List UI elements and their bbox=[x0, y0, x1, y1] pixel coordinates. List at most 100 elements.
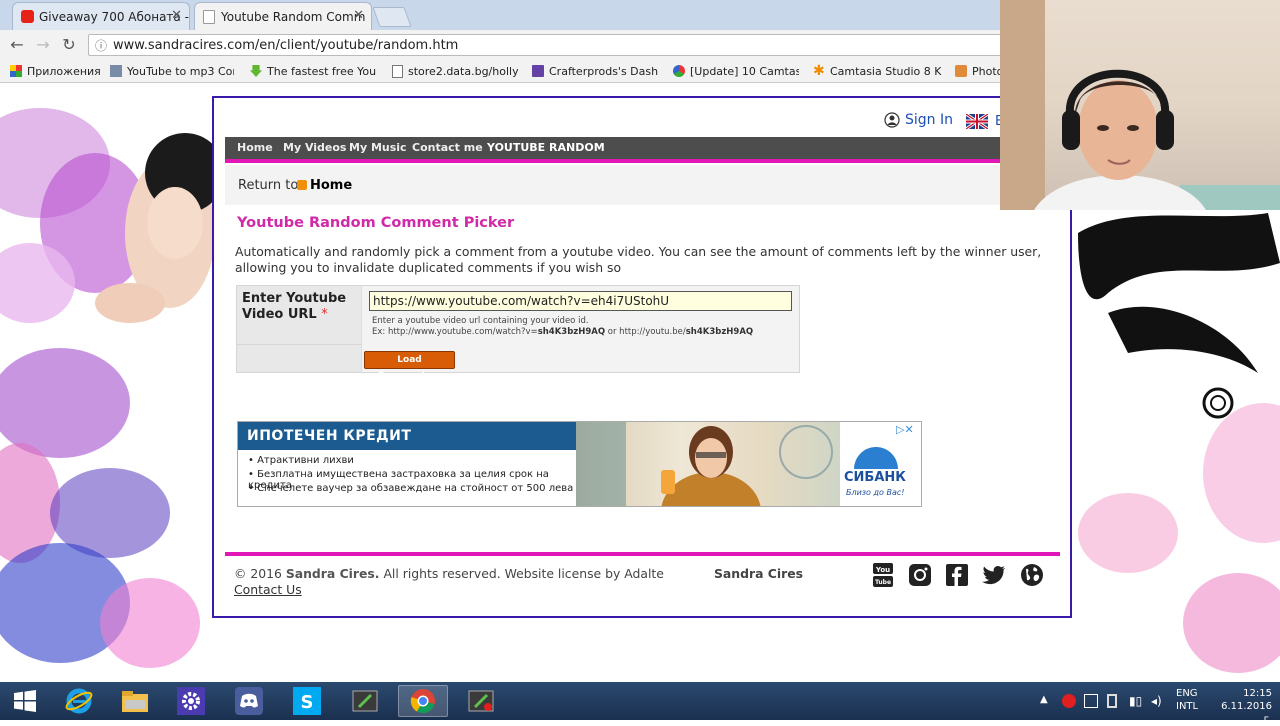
tab-title: Youtube Random Comm bbox=[221, 9, 366, 24]
bookmark-camtasia-update[interactable]: [Update] 10 Camtasia bbox=[673, 63, 799, 79]
youtube-mp3-icon bbox=[110, 65, 122, 77]
return-label: Return to bbox=[238, 178, 299, 193]
youtube-icon bbox=[21, 10, 34, 23]
home-icon bbox=[297, 180, 307, 190]
flower-decoration bbox=[0, 83, 215, 682]
star-icon: ✱ bbox=[813, 63, 825, 79]
sign-in-label: Sign In bbox=[905, 112, 953, 128]
contact-us-link[interactable]: Contact Us bbox=[234, 582, 302, 597]
tab-title: Giveaway 700 Абоната - bbox=[39, 9, 189, 24]
background-art-right bbox=[1068, 203, 1280, 682]
globe-icon[interactable] bbox=[1020, 563, 1044, 587]
user-icon bbox=[884, 112, 900, 128]
volume-icon[interactable]: ◂) bbox=[1151, 694, 1165, 708]
battery-icon[interactable] bbox=[1107, 694, 1117, 708]
site-nav: Home My Videos My Music Contact me YOUTU… bbox=[225, 137, 1060, 163]
windows-logo-icon bbox=[14, 690, 36, 712]
bookmark-photo[interactable]: Photo bbox=[955, 63, 1005, 79]
tab-giveaway[interactable]: Giveaway 700 Абоната - ✕ bbox=[12, 2, 190, 30]
bookmark-youtube-mp3[interactable]: YouTube to mp3 Con bbox=[110, 63, 234, 79]
ad-banner[interactable]: ИПОТЕЧЕН КРЕДИТ • Атрактивни лихви • Без… bbox=[237, 421, 922, 507]
clock-date: 6.11.2016 г. bbox=[1221, 701, 1272, 725]
photo-icon bbox=[955, 65, 967, 77]
footer-divider bbox=[225, 552, 1060, 556]
show-hidden-icons-icon[interactable]: ▲ bbox=[1040, 694, 1054, 708]
folder-icon bbox=[122, 691, 148, 712]
taskbar-ie[interactable] bbox=[54, 685, 104, 717]
bookmark-crafterprods[interactable]: Crafterprods's Dashb bbox=[532, 63, 658, 79]
ad-slogan: Близо до Вас! bbox=[846, 488, 905, 497]
ad-woman-image bbox=[576, 422, 833, 506]
twitter-icon[interactable] bbox=[982, 563, 1006, 587]
page-title: Youtube Random Comment Picker bbox=[237, 215, 515, 231]
taskbar-camtasia[interactable] bbox=[340, 685, 390, 717]
bookmark-camtasia-key[interactable]: ✱ Camtasia Studio 8 Ke bbox=[813, 63, 941, 79]
info-icon[interactable]: ⓘ bbox=[89, 37, 113, 54]
content-panel: Sign In E Home My Videos My Music Contac… bbox=[212, 96, 1072, 618]
ad-heading: ИПОТЕЧЕН КРЕДИТ bbox=[238, 422, 576, 450]
nav-home[interactable]: Home bbox=[237, 137, 273, 159]
ad-brand-name: СИБАНК bbox=[844, 470, 906, 485]
page-icon bbox=[392, 64, 403, 78]
uk-flag-icon[interactable] bbox=[966, 114, 988, 129]
url-hint: Enter a youtube video url containing you… bbox=[372, 316, 589, 326]
close-icon[interactable]: ✕ bbox=[353, 8, 364, 23]
action-center-icon[interactable] bbox=[1084, 694, 1098, 708]
input-language[interactable]: ENG INTL bbox=[1176, 687, 1198, 713]
gear-icon bbox=[177, 687, 205, 715]
swirl-decoration bbox=[1068, 203, 1280, 682]
url-form: Enter Youtube Video URL * Enter a youtub… bbox=[236, 285, 800, 381]
twitch-icon bbox=[532, 65, 544, 77]
ad-line: • Спечелете ваучер за обзавеждане на сто… bbox=[248, 483, 574, 494]
taskbar-settings[interactable] bbox=[166, 685, 216, 717]
youtube-icon[interactable]: You Tube bbox=[871, 563, 895, 587]
back-icon[interactable]: ← bbox=[6, 35, 28, 55]
instagram-icon[interactable] bbox=[908, 563, 932, 587]
bookmark-fastest[interactable]: The fastest free YouT bbox=[250, 63, 376, 79]
record-icon[interactable] bbox=[1062, 694, 1076, 708]
taskbar-skype[interactable]: S bbox=[282, 685, 332, 717]
page-description: Automatically and randomly pick a commen… bbox=[235, 244, 1042, 275]
video-url-input[interactable] bbox=[369, 291, 792, 311]
sign-in-link[interactable]: Sign In bbox=[884, 112, 953, 128]
tab-youtube-random[interactable]: Youtube Random Comm ✕ bbox=[194, 2, 372, 30]
bookmark-store2[interactable]: store2.data.bg/hollys bbox=[392, 63, 518, 79]
taskbar-discord[interactable] bbox=[224, 685, 274, 717]
return-home-link[interactable]: Home bbox=[310, 178, 352, 193]
network-icon[interactable]: ▮▯ bbox=[1129, 694, 1143, 708]
recorder-icon bbox=[468, 690, 494, 712]
ad-photo bbox=[576, 422, 840, 506]
nav-my-music[interactable]: My Music bbox=[349, 137, 407, 159]
button-label-cell bbox=[237, 345, 362, 372]
camtasia-icon bbox=[673, 65, 685, 77]
load-comments-button[interactable]: Load Comments... bbox=[364, 351, 455, 381]
url-label: Enter Youtube Video URL bbox=[242, 291, 347, 322]
arrow-down-icon bbox=[250, 65, 262, 77]
ad-text-panel: ИПОТЕЧЕН КРЕДИТ • Атрактивни лихви • Без… bbox=[238, 422, 576, 506]
webcam-overlay bbox=[1000, 0, 1280, 210]
ad-choices-icon[interactable]: ▷✕ bbox=[896, 423, 914, 436]
svg-text:S: S bbox=[301, 692, 314, 713]
nav-my-videos[interactable]: My Videos bbox=[283, 137, 346, 159]
facebook-icon[interactable] bbox=[945, 563, 969, 587]
taskbar-chrome[interactable] bbox=[398, 685, 448, 717]
taskbar-explorer[interactable] bbox=[110, 685, 160, 717]
page-icon bbox=[203, 10, 215, 24]
start-button[interactable] bbox=[0, 685, 50, 717]
close-icon[interactable]: ✕ bbox=[171, 8, 182, 23]
forward-icon[interactable]: → bbox=[32, 35, 54, 55]
taskbar-camtasia-recorder[interactable] bbox=[456, 685, 506, 717]
taskbar: S ▲ ▮▯ ◂) ENG INTL 12:15 6.11.2016 г. bbox=[0, 682, 1280, 725]
discord-icon bbox=[235, 687, 263, 715]
camtasia-icon bbox=[352, 690, 378, 712]
reload-icon[interactable]: ↻ bbox=[58, 35, 80, 55]
svg-text:You: You bbox=[875, 566, 890, 574]
nav-contact-me[interactable]: Contact me bbox=[412, 137, 483, 159]
copyright-text: © 2016 Sandra Cires. All rights reserved… bbox=[234, 566, 664, 581]
bookmark-apps[interactable]: Приложения bbox=[10, 63, 102, 79]
new-tab-button[interactable] bbox=[372, 7, 412, 27]
clock[interactable]: 12:15 6.11.2016 г. bbox=[1212, 687, 1272, 726]
breadcrumb: Return to Home bbox=[225, 165, 1060, 205]
clock-time: 12:15 bbox=[1243, 688, 1272, 699]
nav-youtube-random[interactable]: YOUTUBE RANDOM bbox=[487, 137, 605, 159]
